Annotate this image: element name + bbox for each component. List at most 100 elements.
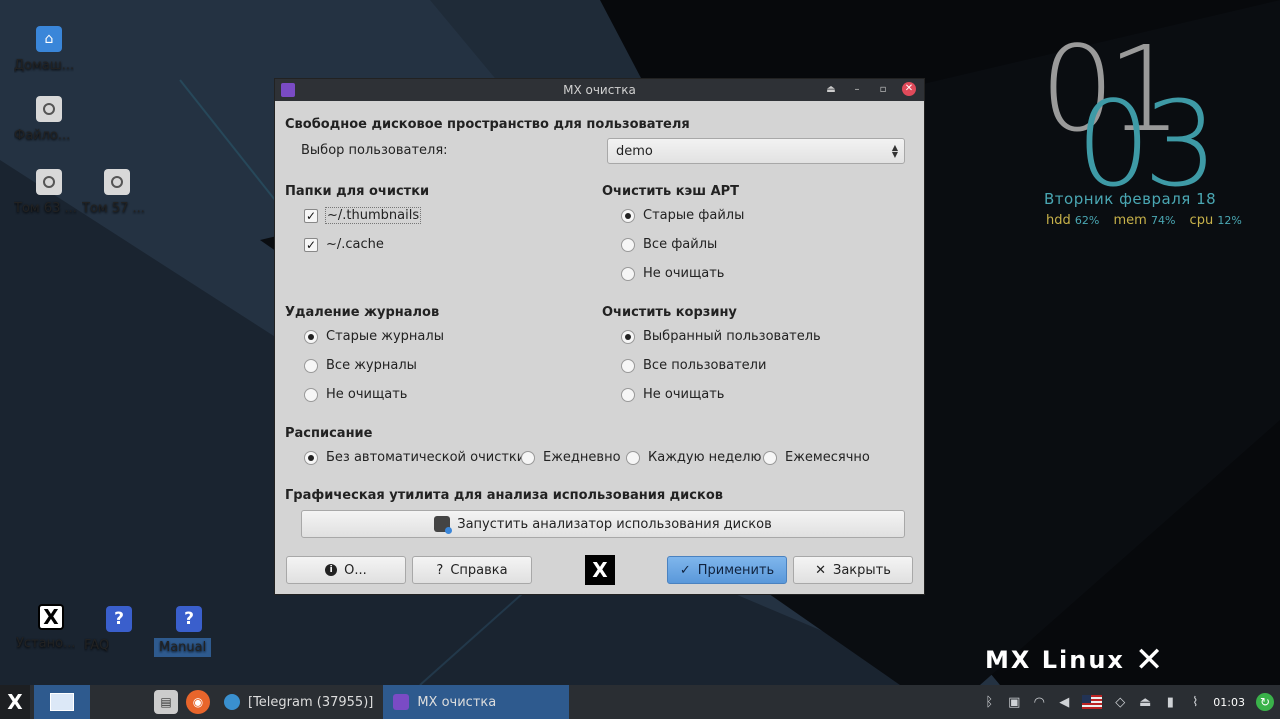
filesystem-icon (36, 96, 62, 122)
close-window-button[interactable]: ✕ (902, 82, 916, 96)
logs-option-none[interactable]: Не очищать (304, 387, 407, 402)
mx-linux-logo: MX Linux ✕ (985, 640, 1165, 680)
task-mx-cleanup[interactable]: MX очистка (383, 685, 570, 719)
desktop-icon-label: Том 57 ... (82, 201, 145, 216)
about-button[interactable]: i О... (286, 556, 406, 584)
spin-arrows-icon: ▲ ▼ (891, 143, 898, 159)
option-label: Ежедневно (543, 450, 621, 465)
drive-icon (36, 169, 62, 195)
user-select[interactable]: demo ▲ ▼ (607, 138, 905, 164)
checkbox-checked-icon: ✓ (304, 237, 318, 252)
schedule-option-monthly[interactable]: Ежемесячно (763, 450, 870, 465)
apt-option-old[interactable]: Старые файлы (621, 208, 744, 223)
firefox-launcher-icon[interactable]: ◉ (186, 690, 210, 714)
desktop-icon-label: Устано... (16, 636, 76, 651)
wifi-icon[interactable]: ◠ (1032, 695, 1046, 710)
keyboard-layout-flag-icon[interactable] (1082, 695, 1103, 709)
logs-option-old[interactable]: Старые журналы (304, 329, 444, 344)
minimize-button[interactable]: – (850, 84, 864, 95)
question-icon: ? (436, 562, 444, 578)
button-label: Закрыть (833, 562, 891, 578)
desktop-icon-faq[interactable]: ? FAQ (84, 606, 154, 653)
folder-label: ~/.thumbnails (324, 207, 422, 224)
task-telegram[interactable]: [Telegram (37955)] (214, 685, 383, 719)
volume-icon[interactable]: ◀ (1057, 695, 1071, 710)
option-label: Не очищать (326, 387, 408, 402)
hdd-label: hdd (1046, 213, 1071, 228)
option-label: Выбранный пользователь (643, 329, 821, 344)
option-label: Все пользователи (643, 358, 767, 373)
mx-installer-icon: X (38, 604, 64, 630)
mem-label: mem (1113, 213, 1147, 228)
close-icon: ✕ (815, 562, 826, 578)
disk-analyzer-button[interactable]: Запустить анализатор использования диско… (301, 510, 905, 538)
maximize-button[interactable]: ▫ (876, 84, 890, 95)
home-folder-icon: ⌂ (36, 26, 62, 52)
trash-option-all-users[interactable]: Все пользователи (621, 358, 766, 373)
trash-option-selected-user[interactable]: Выбранный пользователь (621, 329, 821, 344)
folder-cache-checkbox[interactable]: ✓ ~/.cache (304, 237, 384, 252)
desktop-icon-label: Том 63 ... (14, 201, 77, 216)
radio-selected-icon (621, 329, 635, 344)
clipboard-icon[interactable]: ▮ (1163, 695, 1177, 710)
trash-option-none[interactable]: Не очищать (621, 387, 724, 402)
desktop-icon-volume-57[interactable]: Том 57 ... (82, 169, 152, 216)
task-label: MX очистка (417, 694, 497, 710)
shade-button[interactable]: ⏏ (824, 84, 838, 95)
folders-heading: Папки для очистки (285, 184, 430, 199)
desktop-icon-filesystem[interactable]: Файло... (14, 96, 84, 143)
paperclip-icon[interactable]: ⌇ (1188, 695, 1202, 710)
start-menu-button[interactable]: X (0, 685, 30, 719)
radio-icon (304, 387, 318, 402)
updater-icon[interactable]: ↻ (1256, 693, 1274, 711)
desktop-icon-installer[interactable]: X Устано... (16, 604, 86, 651)
schedule-heading: Расписание (285, 426, 373, 441)
conky-stats: hdd 62% mem 74% cpu 12% (1046, 213, 1252, 228)
option-label: Старые журналы (326, 329, 444, 344)
disk-analyzer-icon (434, 516, 453, 534)
apt-option-all[interactable]: Все файлы (621, 237, 717, 252)
apt-option-none[interactable]: Не очищать (621, 266, 724, 281)
desktop-icon-label: Manual (154, 638, 212, 657)
help-icon: ? (176, 606, 202, 632)
radio-icon (521, 450, 535, 465)
radio-selected-icon (304, 329, 318, 344)
option-label: Ежемесячно (785, 450, 870, 465)
close-button[interactable]: ✕ Закрыть (793, 556, 913, 584)
cpu-value: 12% (1217, 214, 1242, 227)
logs-option-all[interactable]: Все журналы (304, 358, 417, 373)
schedule-option-weekly[interactable]: Каждую неделю (626, 450, 761, 465)
radio-icon (621, 387, 635, 402)
radio-icon (304, 358, 318, 373)
apply-button[interactable]: ✓ Применить (667, 556, 787, 584)
logo-text: MX Linux (985, 646, 1125, 674)
desktop-icon-manual[interactable]: ? Manual (154, 606, 224, 657)
window-titlebar[interactable]: MX очистка ⏏ – ▫ ✕ (275, 79, 924, 101)
schedule-option-none[interactable]: Без автоматической очистки (304, 450, 525, 465)
hdd-value: 62% (1074, 214, 1100, 227)
mx-cleanup-dialog: MX очистка ⏏ – ▫ ✕ Свободное дисковое пр… (274, 78, 925, 595)
desktop-icon-volume-63[interactable]: Том 63 ... (14, 169, 84, 216)
workspace-switcher[interactable] (34, 685, 90, 719)
file-manager-launcher-icon[interactable]: ▤ (154, 690, 178, 714)
workspace-thumbnail (50, 693, 74, 711)
taskbar-clock[interactable]: 01:03 (1213, 696, 1245, 709)
info-icon: i (325, 564, 338, 576)
option-label: Старые файлы (643, 208, 745, 223)
apt-cache-heading: Очистить кэш APT (602, 184, 740, 199)
schedule-option-daily[interactable]: Ежедневно (521, 450, 621, 465)
task-label: [Telegram (37955)] (248, 694, 374, 710)
desktop-icon-label: Домаш... (14, 58, 75, 73)
package-icon[interactable]: ◇ (1113, 695, 1127, 710)
desktop-icon-home[interactable]: ⌂ Домаш... (14, 26, 84, 73)
option-label: Все файлы (643, 237, 718, 252)
help-button[interactable]: ? Справка (412, 556, 532, 584)
eject-icon[interactable]: ⏏ (1138, 695, 1152, 710)
folder-thumbnails-checkbox[interactable]: ✓ ~/.thumbnails (304, 207, 422, 224)
option-label: Все журналы (326, 358, 417, 373)
bluetooth-icon[interactable]: ᛒ (982, 695, 996, 710)
logs-heading: Удаление журналов (285, 305, 440, 320)
conky-date: Вторник февраля 18 (1044, 190, 1217, 208)
app-icon (281, 83, 295, 97)
screenshot-icon[interactable]: ▣ (1007, 695, 1021, 710)
